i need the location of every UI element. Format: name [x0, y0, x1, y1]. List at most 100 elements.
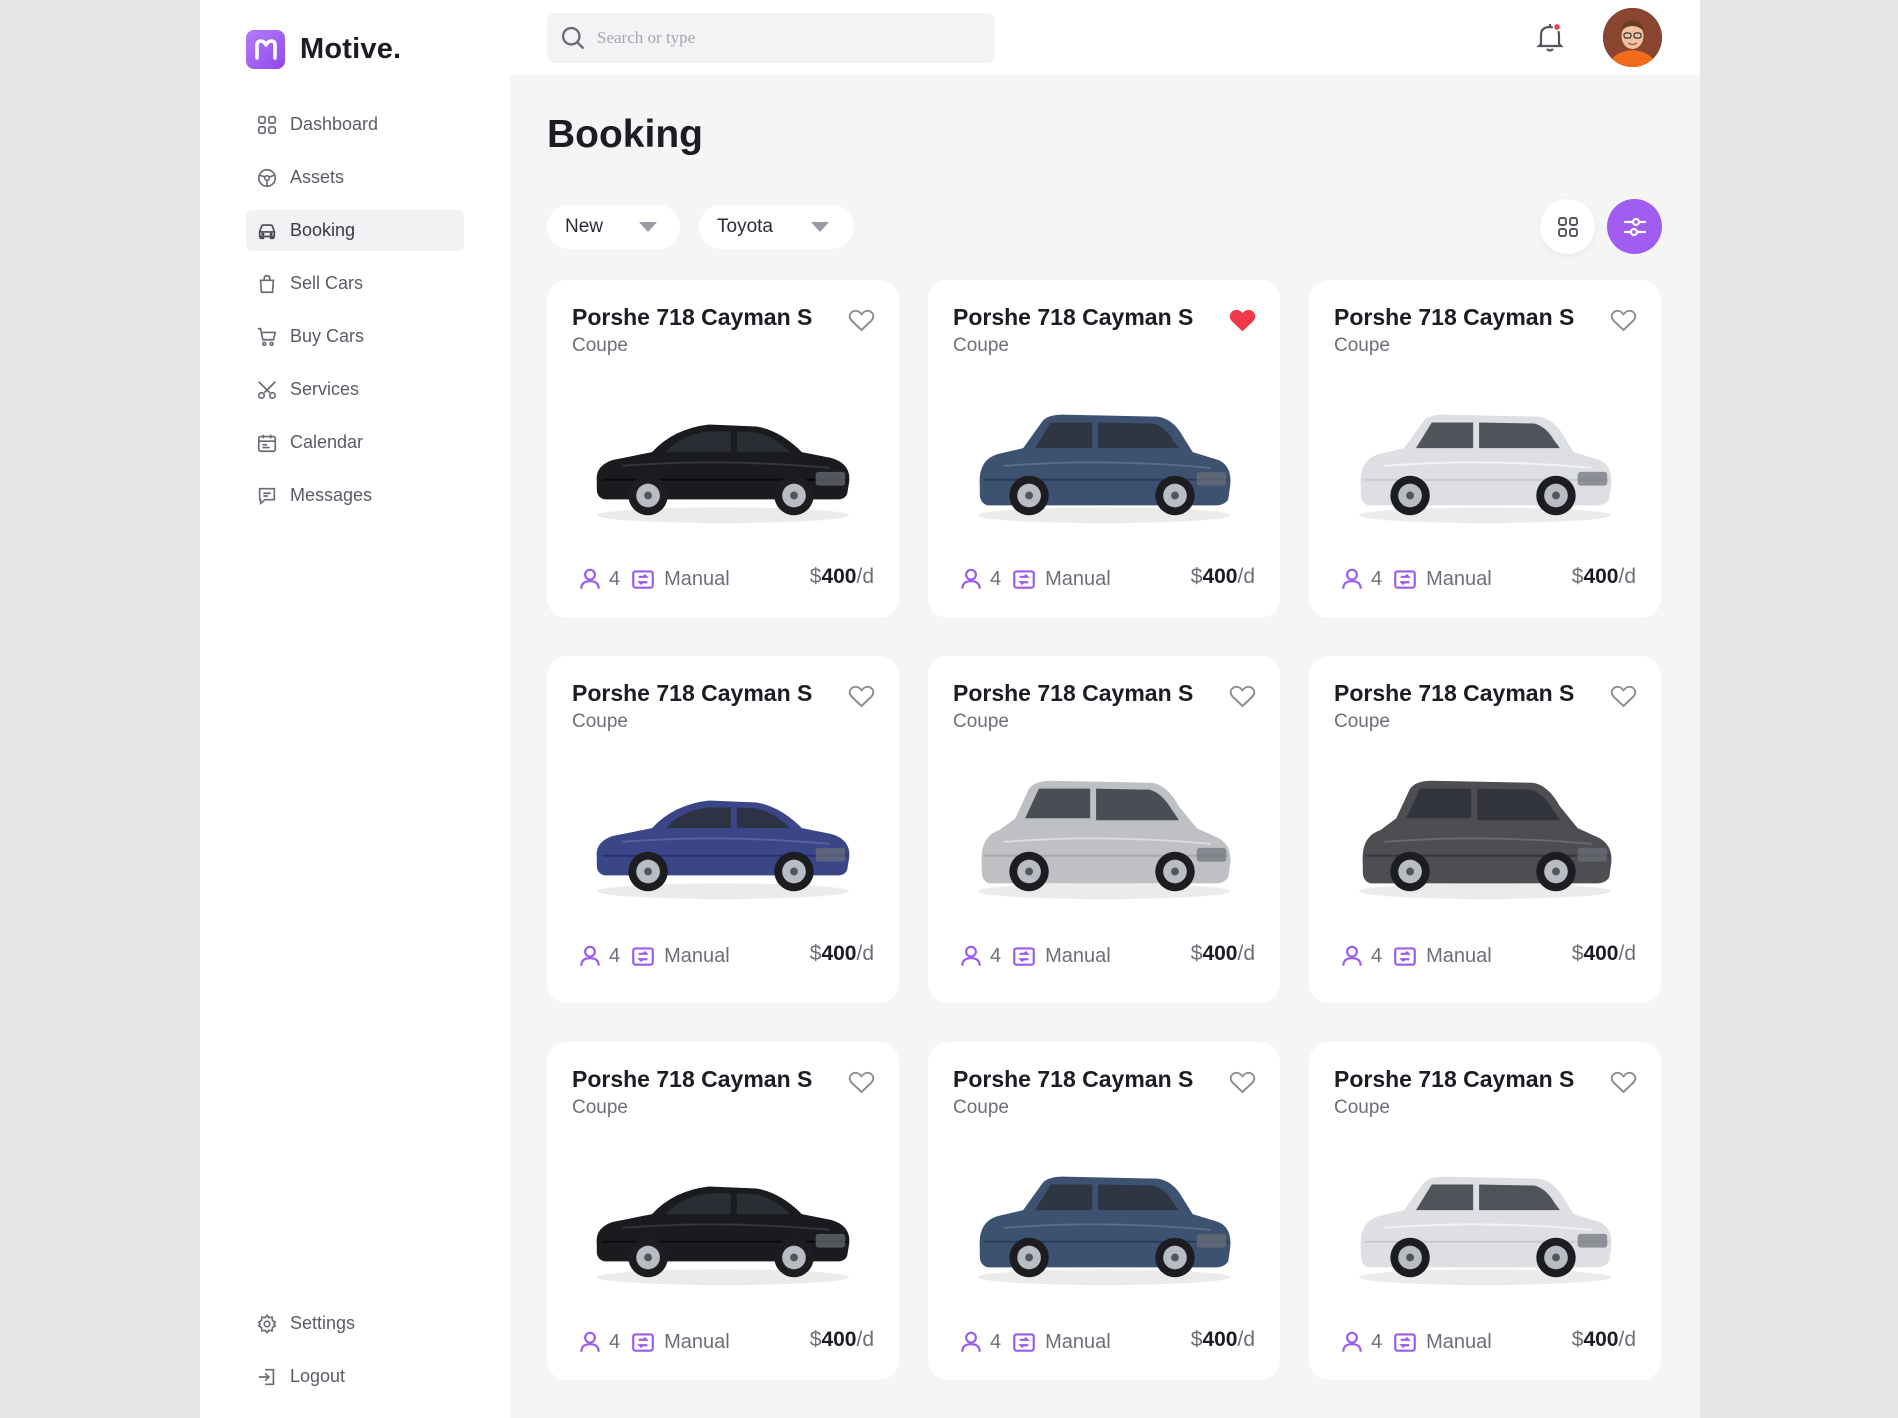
daily-price: $400/d [1572, 1328, 1636, 1352]
car-card[interactable]: Porshe 718 Cayman S Coupe 4 Manual $400/d [1309, 280, 1661, 618]
favorite-heart-icon[interactable] [848, 1070, 875, 1095]
car-name: Porshe 718 Cayman S [1334, 1066, 1575, 1092]
price-value: 400 [1583, 565, 1619, 588]
car-specs: 4 Manual [1339, 1328, 1492, 1356]
daily-price: $400/d [1191, 942, 1255, 966]
daily-price: $400/d [810, 942, 874, 966]
transmission-label: Manual [1426, 567, 1492, 590]
nav-item-sell-cars[interactable]: Sell Cars [246, 263, 464, 304]
price-currency: $ [1190, 1328, 1203, 1351]
transmission-icon [1013, 570, 1035, 589]
car-specs: 4 Manual [958, 565, 1111, 593]
favorite-heart-icon[interactable] [1229, 684, 1256, 709]
car-card[interactable]: Porshe 718 Cayman S Coupe 4 Manual $400/d [547, 280, 899, 618]
transmission-label: Manual [664, 1330, 730, 1353]
transmission-label: Manual [1045, 567, 1111, 590]
transmission-label: Manual [1426, 1330, 1492, 1353]
seats-icon [580, 945, 600, 966]
nav-item-calendar[interactable]: Calendar [246, 422, 464, 463]
car-image [596, 1186, 850, 1286]
car-specs: 4 Manual [1339, 565, 1492, 593]
nav-item-dashboard[interactable]: Dashboard [246, 104, 464, 145]
grid-view-button[interactable] [1540, 199, 1595, 254]
nav-item-messages[interactable]: Messages [246, 475, 464, 516]
seats-count: 4 [609, 567, 621, 590]
price-value: 400 [1583, 1328, 1619, 1351]
notification-bell-icon[interactable] [1534, 20, 1566, 54]
logout-icon [258, 1368, 275, 1385]
bottom-nav: Settings Logout [246, 1303, 464, 1409]
favorite-heart-icon[interactable] [848, 684, 875, 709]
calendar-icon [257, 434, 277, 452]
daily-price: $400/d [1191, 565, 1255, 589]
tools-icon [257, 380, 277, 399]
car-image [1358, 1176, 1612, 1286]
price-unit: /d [1237, 1328, 1255, 1351]
nav-item-label: Logout [290, 1366, 346, 1386]
price-value: 400 [1202, 565, 1238, 588]
car-card[interactable]: Porshe 718 Cayman S Coupe 4 Manual $400/d [547, 1042, 899, 1380]
car-type: Coupe [572, 711, 628, 732]
nav-item-label: Assets [290, 167, 345, 187]
transmission-label: Manual [1426, 944, 1492, 967]
car-specs: 4 Manual [958, 1328, 1111, 1356]
filter-settings-button[interactable] [1607, 199, 1662, 254]
car-card[interactable]: Porshe 718 Cayman S Coupe 4 Manual $400/d [1309, 1042, 1661, 1380]
price-currency: $ [809, 1328, 822, 1351]
search-box[interactable] [547, 13, 995, 63]
price-value: 400 [1202, 1328, 1238, 1351]
user-avatar[interactable] [1603, 8, 1662, 67]
nav-item-buy-cars[interactable]: Buy Cars [246, 316, 464, 357]
chat-icon [258, 487, 276, 505]
brand-logo[interactable]: Motive. [246, 30, 401, 69]
brand-name: Motive. [300, 33, 402, 65]
seats-count: 4 [609, 1330, 621, 1353]
nav-item-booking[interactable]: Booking [246, 210, 464, 251]
car-card[interactable]: Porshe 718 Cayman S Coupe 4 Manual $400/d [928, 1042, 1280, 1380]
car-name: Porshe 718 Cayman S [572, 1066, 813, 1092]
nav-item-services[interactable]: Services [246, 369, 464, 410]
transmission-label: Manual [664, 567, 730, 590]
favorite-heart-icon[interactable] [1610, 684, 1637, 709]
daily-price: $400/d [1191, 1328, 1255, 1352]
nav-item-logout[interactable]: Logout [246, 1356, 464, 1397]
car-card[interactable]: Porshe 718 Cayman S Coupe 4 Manual $400/d [928, 280, 1280, 618]
nav-item-label: Calendar [290, 432, 364, 452]
search-icon [561, 26, 585, 50]
seats-count: 4 [1371, 944, 1383, 967]
favorite-heart-icon[interactable] [1610, 308, 1637, 333]
car-type: Coupe [953, 335, 1009, 356]
car-card[interactable]: Porshe 718 Cayman S Coupe 4 Manual $400/d [928, 656, 1280, 1003]
transmission-icon [1394, 570, 1416, 589]
bag-icon [259, 274, 275, 293]
price-value: 400 [821, 942, 857, 965]
sliders-icon [1623, 217, 1646, 236]
search-input[interactable] [597, 28, 977, 48]
car-image [977, 414, 1231, 524]
chevron-down-icon [811, 222, 829, 232]
favorite-heart-icon[interactable] [1610, 1070, 1637, 1095]
car-card[interactable]: Porshe 718 Cayman S Coupe 4 Manual $400/d [1309, 656, 1661, 1003]
transmission-label: Manual [664, 944, 730, 967]
seats-icon [961, 945, 981, 966]
car-name: Porshe 718 Cayman S [953, 304, 1194, 330]
make-filter-dropdown[interactable]: Toyota [699, 205, 854, 249]
price-unit: /d [1237, 942, 1255, 965]
car-image [977, 1176, 1231, 1286]
condition-filter-dropdown[interactable]: New [547, 205, 680, 249]
logo-m-icon [246, 30, 285, 69]
favorite-heart-icon[interactable] [1229, 308, 1256, 333]
car-image [596, 800, 850, 900]
price-value: 400 [1202, 942, 1238, 965]
car-image [1358, 780, 1612, 900]
app-window: Motive. Dashboard Assets Booking Sell Ca… [200, 0, 1700, 1418]
nav-item-settings[interactable]: Settings [246, 1303, 464, 1344]
price-value: 400 [821, 565, 857, 588]
seats-count: 4 [990, 1330, 1002, 1353]
nav-item-assets[interactable]: Assets [246, 157, 464, 198]
car-card[interactable]: Porshe 718 Cayman S Coupe 4 Manual $400/d [547, 656, 899, 1003]
nav-item-label: Messages [290, 485, 373, 505]
steering-icon [257, 168, 277, 187]
favorite-heart-icon[interactable] [848, 308, 875, 333]
favorite-heart-icon[interactable] [1229, 1070, 1256, 1095]
